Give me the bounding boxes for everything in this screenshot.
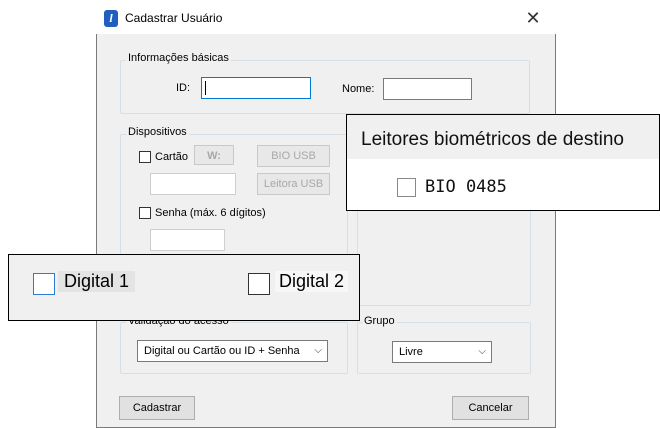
digital2-label: Digital 2 <box>275 271 349 292</box>
digital2-checkbox[interactable] <box>248 273 270 295</box>
readers-title: Leitores biométricos de destino <box>361 129 624 150</box>
password-label: Senha (máx. 6 dígitos) <box>155 207 266 219</box>
id-label: ID: <box>176 82 191 94</box>
validation-value: Digital ou Cartão ou ID + Senha <box>144 345 300 357</box>
register-button[interactable]: Cadastrar <box>119 396 195 420</box>
group-legend: Grupo <box>362 315 397 327</box>
password-input[interactable] <box>150 229 225 251</box>
basic-info-legend: Informações básicas <box>126 52 231 64</box>
digital1-label: Digital 1 <box>58 271 136 292</box>
name-input[interactable] <box>383 78 472 100</box>
readers-callout: Leitores biométricos de destino BIO 0485 <box>346 114 660 211</box>
chevron-down-icon: ⌵ <box>478 346 486 357</box>
card-checkbox[interactable] <box>139 151 151 163</box>
group-value: Livre <box>399 346 423 358</box>
bio-usb-button[interactable]: BIO USB <box>257 145 330 167</box>
id-input[interactable] <box>201 77 311 99</box>
usb-reader-button[interactable]: Leitora USB <box>257 173 330 195</box>
window-title: Cadastrar Usuário <box>125 11 223 25</box>
close-button[interactable]: ✕ <box>519 6 547 30</box>
bio-0485-checkbox[interactable] <box>397 178 416 197</box>
w-button[interactable]: W: <box>194 145 234 165</box>
app-icon: l <box>104 10 118 27</box>
digital1-checkbox[interactable] <box>33 273 55 295</box>
chevron-down-icon: ⌵ <box>314 345 322 356</box>
fingers-callout: Digital 1 Digital 2 <box>8 254 360 321</box>
cancel-button[interactable]: Cancelar <box>452 396 529 420</box>
card-number-input[interactable] <box>150 173 236 195</box>
text-cursor <box>205 81 206 95</box>
name-label: Nome: <box>342 83 375 95</box>
devices-legend: Dispositivos <box>126 126 189 138</box>
bio-0485-label: BIO 0485 <box>425 177 507 197</box>
password-checkbox[interactable] <box>139 207 151 219</box>
card-label: Cartão <box>155 151 189 163</box>
validation-select[interactable]: Digital ou Cartão ou ID + Senha ⌵ <box>137 340 328 362</box>
group-select[interactable]: Livre ⌵ <box>392 341 492 363</box>
